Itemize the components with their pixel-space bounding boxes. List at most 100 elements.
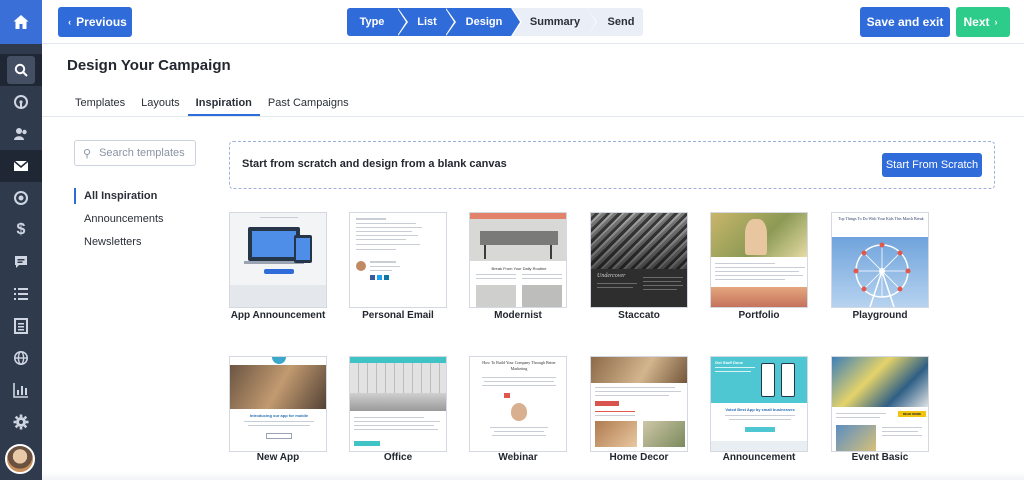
chevron-left-icon: ‹ [68, 17, 72, 27]
thumb-photo [591, 357, 687, 383]
template-card-new-app[interactable]: Introducing our app for mobile [229, 356, 327, 452]
phone-graphic [781, 363, 795, 397]
step-summary-label: Summary [529, 16, 581, 28]
sidebar-item-forms[interactable] [0, 310, 42, 342]
speedometer-icon [14, 95, 28, 109]
step-type-label: Type [359, 16, 385, 28]
step-type[interactable]: Type [347, 8, 408, 36]
template-label-announcement: Announcement [722, 452, 796, 463]
sidebar-item-dashboard[interactable] [0, 86, 42, 118]
template-label-portfolio: Portfolio [738, 310, 780, 321]
tabs-divider [42, 116, 1024, 117]
thumb-heading-staccato: Undercover [597, 273, 626, 279]
template-label-new-app: New App [256, 452, 300, 463]
tab-inspiration[interactable]: Inspiration [187, 94, 260, 116]
thumb-photo [230, 365, 326, 409]
template-card-portfolio[interactable] [710, 212, 808, 308]
phone-graphic [761, 363, 775, 397]
search-icon: ⚲ [83, 147, 92, 160]
avatar[interactable] [5, 444, 35, 474]
template-card-announcement[interactable]: Get Stuff Done Voted Best App by small b… [710, 356, 808, 452]
speaker-photo [511, 403, 527, 421]
template-card-webinar[interactable]: How To Build Your Company Through Better… [469, 356, 567, 452]
sidebar-item-lists[interactable] [0, 278, 42, 310]
filter-all-inspiration[interactable]: All Inspiration [74, 188, 157, 204]
tab-bar: Templates Layouts Inspiration Past Campa… [67, 94, 357, 116]
chevron-right-icon: › [994, 17, 998, 27]
search-templates-input[interactable]: ⚲ Search templates [74, 140, 196, 166]
template-card-office[interactable] [349, 356, 447, 452]
sidebar-item-contacts[interactable] [0, 118, 42, 150]
tab-past-campaigns[interactable]: Past Campaigns [260, 94, 357, 116]
thumb-heading-modernist: Break From Your Daily Routine [491, 266, 547, 271]
sidebar-item-campaigns[interactable] [0, 150, 42, 182]
template-card-home-decor[interactable] [590, 356, 688, 452]
start-from-scratch-button[interactable]: Start From Scratch [882, 153, 982, 177]
sidebar-item-conversations[interactable] [0, 246, 42, 278]
list-icon [14, 288, 28, 300]
chat-icon [15, 256, 27, 268]
sidebar-item-site[interactable] [0, 342, 42, 374]
step-list-label: List [417, 16, 437, 28]
home-button[interactable] [0, 0, 42, 44]
top-bar: ‹ Previous Type List Design Summary Send… [42, 0, 1024, 44]
sidebar-item-sales[interactable]: $ [0, 214, 42, 246]
template-label-event-basic: Event Basic [851, 452, 909, 463]
template-card-playground[interactable]: Top Things To Do With Your Kids This Mar… [831, 212, 929, 308]
previous-button[interactable]: ‹ Previous [58, 7, 132, 37]
step-summary[interactable]: Summary [511, 8, 597, 36]
previous-label: Previous [76, 15, 127, 29]
template-label-webinar: Webinar [498, 452, 538, 463]
scratch-description: Start from scratch and design from a bla… [242, 158, 507, 170]
template-card-app-announcement[interactable] [229, 212, 327, 308]
template-card-event-basic[interactable]: READ MORE [831, 356, 929, 452]
page-title: Design Your Campaign [67, 57, 231, 74]
thumb-heading-announcement: Get Stuff Done [715, 360, 743, 365]
home-icon [13, 15, 29, 29]
template-card-personal-email[interactable] [349, 212, 447, 308]
thumb-heading-new-app: Introducing our app for mobile [249, 413, 309, 418]
dollar-icon: $ [16, 221, 26, 238]
save-and-exit-label: Save and exit [866, 15, 944, 29]
search-placeholder: Search templates [99, 147, 185, 159]
template-label-playground: Playground [852, 310, 908, 321]
sidebar-item-reports[interactable] [0, 374, 42, 406]
template-label-personal-email: Personal Email [362, 310, 434, 321]
step-design-label: Design [465, 16, 503, 28]
sidebar-item-settings[interactable] [0, 406, 42, 438]
thumb-heading-playground: Top Things To Do With Your Kids This Mar… [838, 216, 924, 221]
thumb-photo [832, 357, 928, 407]
envelope-icon [13, 160, 29, 171]
template-label-modernist: Modernist [494, 310, 542, 321]
sender-avatar [356, 261, 366, 271]
thumb-heading-webinar: How To Build Your Company Through Better… [482, 360, 556, 371]
target-icon [14, 191, 28, 205]
save-and-exit-button[interactable]: Save and exit [860, 7, 950, 37]
progress-steps: Type List Design Summary Send [347, 8, 643, 36]
template-card-staccato[interactable]: Undercover [590, 212, 688, 308]
document-icon [14, 318, 28, 334]
start-from-scratch-banner: Start from scratch and design from a bla… [229, 141, 995, 189]
thumb-subheading-announcement: Voted Best App by small businesses [725, 407, 795, 412]
tab-templates[interactable]: Templates [67, 94, 133, 116]
ferris-wheel-graphic [853, 242, 911, 307]
sidebar-item-search[interactable] [0, 54, 42, 86]
filter-announcements[interactable]: Announcements [74, 211, 164, 227]
tab-layouts[interactable]: Layouts [133, 94, 188, 116]
thumb-read-more: READ MORE [898, 411, 926, 417]
sidebar-item-targeting[interactable] [0, 182, 42, 214]
next-button[interactable]: Next › [956, 7, 1010, 37]
gear-icon [13, 414, 29, 430]
step-send-label: Send [607, 16, 635, 28]
template-label-staccato: Staccato [618, 310, 660, 321]
search-icon [14, 63, 28, 77]
next-label: Next [963, 15, 990, 29]
sidebar: $ [0, 0, 42, 480]
filter-newsletters[interactable]: Newsletters [74, 234, 141, 250]
template-label-home-decor: Home Decor [609, 452, 669, 463]
template-label-office: Office [383, 452, 413, 463]
template-card-modernist[interactable]: Break From Your Daily Routine [469, 212, 567, 308]
scroll-fade [42, 472, 1024, 480]
template-label-app-announcement: App Announcement [230, 310, 326, 321]
bar-chart-icon [13, 383, 28, 398]
